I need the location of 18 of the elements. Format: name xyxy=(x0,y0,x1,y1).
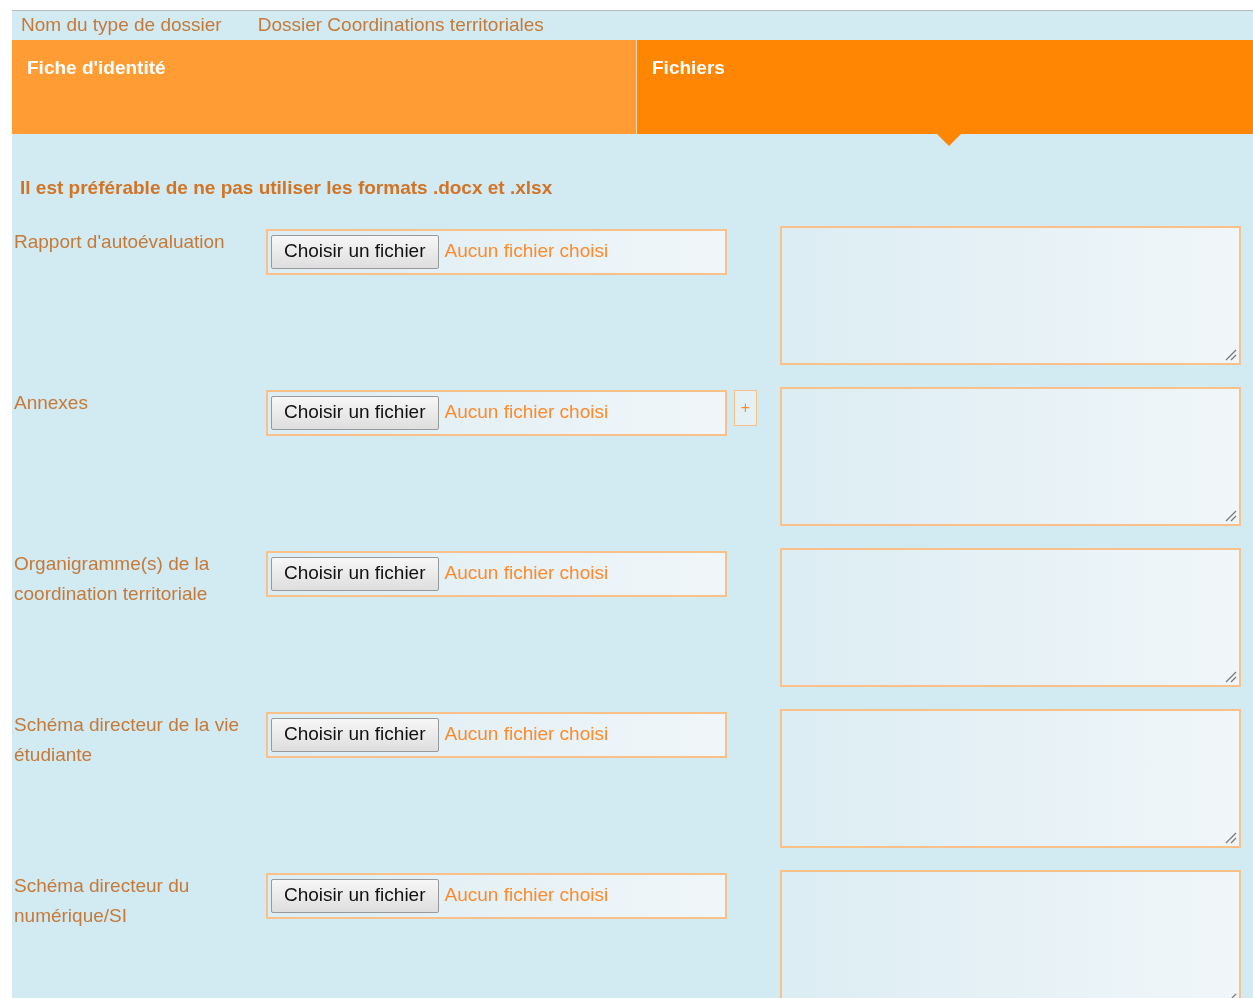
tab-pointer-icon xyxy=(937,134,961,146)
field-label: Organigramme(s) de la coordination territoriale xyxy=(14,551,211,606)
field-label: Nom du type de dossier xyxy=(21,13,222,38)
resize-handle-icon[interactable] xyxy=(1225,831,1237,844)
file-input[interactable]: Choisir un fichier Aucun fichier choisi xyxy=(266,872,727,919)
field-label: Schéma directeur de la vie étudiante xyxy=(14,712,240,767)
file-input[interactable]: Choisir un fichier Aucun fichier choisi xyxy=(266,389,727,436)
resize-handle-icon[interactable] xyxy=(1225,670,1237,683)
resize-handle-icon[interactable] xyxy=(1225,509,1237,522)
file-input[interactable]: Choisir un fichier Aucun fichier choisi xyxy=(266,711,727,758)
field-label: Rapport d'autoévaluation xyxy=(14,229,226,254)
field-value: Dossier Coordinations territoriales xyxy=(257,13,544,38)
field-label: Schéma directeur du numérique/SI xyxy=(14,873,191,928)
notice-text: Il est préférable de ne pas utiliser les formats .docx et .xlsx xyxy=(20,176,554,200)
field-label: Annexes xyxy=(14,390,89,415)
resize-handle-icon[interactable] xyxy=(1225,348,1237,361)
file-input[interactable]: Choisir un fichier Aucun fichier choisi xyxy=(266,228,727,275)
file-input[interactable]: Choisir un fichier Aucun fichier choisi xyxy=(266,550,727,597)
